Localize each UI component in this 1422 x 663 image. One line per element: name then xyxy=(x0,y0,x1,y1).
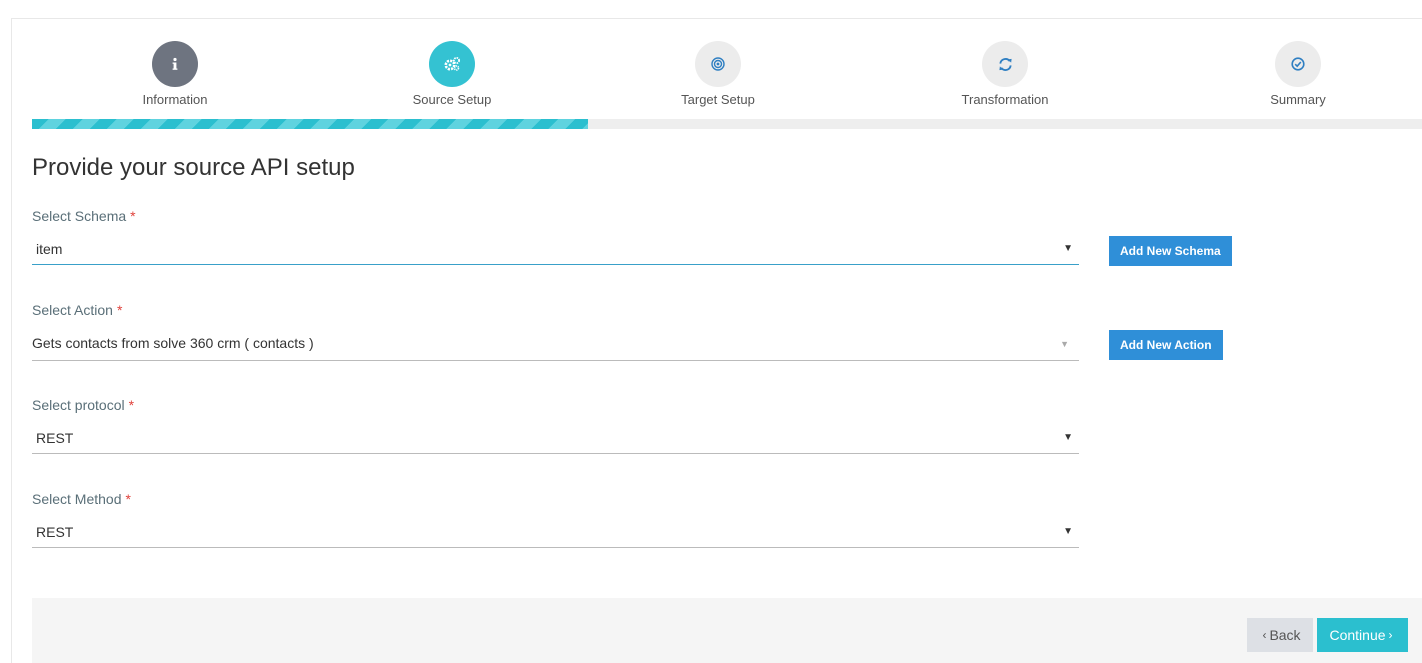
step-label: Information xyxy=(142,92,208,107)
action-select[interactable]: Gets contacts from solve 360 crm ( conta… xyxy=(32,329,1079,361)
info-icon xyxy=(172,57,178,70)
gears-icon xyxy=(444,57,460,71)
method-label: Select Method * xyxy=(32,491,131,507)
caret-down-icon: ▼ xyxy=(1060,339,1069,349)
step-label: Summary xyxy=(1270,92,1326,107)
step-summary[interactable]: Summary xyxy=(1218,41,1378,107)
method-select[interactable]: REST ▼ xyxy=(32,518,1079,548)
caret-down-icon: ▼ xyxy=(1063,432,1073,443)
chevron-right-icon: › xyxy=(1388,628,1393,642)
step-label: Target Setup xyxy=(681,92,755,107)
action-label: Select Action * xyxy=(32,302,122,318)
step-circle xyxy=(152,41,198,87)
check-circle-icon xyxy=(1291,57,1305,71)
back-label: Back xyxy=(1269,627,1301,643)
step-circle xyxy=(429,41,475,87)
progress-fill xyxy=(32,119,588,129)
continue-label: Continue xyxy=(1329,627,1386,643)
required-marker: * xyxy=(130,208,136,224)
page-title: Provide your source API setup xyxy=(32,154,355,181)
action-label-text: Select Action xyxy=(32,302,113,318)
step-label: Transformation xyxy=(961,92,1049,107)
progress-bar xyxy=(32,119,1422,129)
schema-label-text: Select Schema xyxy=(32,208,127,224)
step-circle xyxy=(982,41,1028,87)
schema-select[interactable]: item ▼ xyxy=(32,235,1079,265)
step-label: Source Setup xyxy=(412,92,492,107)
schema-value: item xyxy=(36,241,63,257)
step-circle xyxy=(695,41,741,87)
back-button[interactable]: ‹ Back xyxy=(1247,618,1313,652)
protocol-label: Select protocol * xyxy=(32,397,134,413)
step-source-setup[interactable]: Source Setup xyxy=(372,41,532,107)
step-transformation[interactable]: Transformation xyxy=(925,41,1085,107)
wizard-footer xyxy=(32,598,1422,663)
protocol-value: REST xyxy=(36,430,74,446)
add-new-schema-button[interactable]: Add New Schema xyxy=(1109,236,1232,266)
step-information[interactable]: Information xyxy=(95,41,255,107)
step-circle xyxy=(1275,41,1321,87)
caret-down-icon: ▼ xyxy=(1063,526,1073,537)
method-label-text: Select Method xyxy=(32,491,122,507)
required-marker: * xyxy=(125,491,131,507)
add-new-action-button[interactable]: Add New Action xyxy=(1109,330,1223,360)
required-marker: * xyxy=(116,302,123,318)
target-icon xyxy=(711,57,725,71)
continue-button[interactable]: Continue › xyxy=(1317,618,1408,652)
schema-label: Select Schema * xyxy=(32,208,136,224)
chevron-left-icon: ‹ xyxy=(1262,628,1267,642)
required-marker: * xyxy=(128,397,135,413)
protocol-select[interactable]: REST ▼ xyxy=(32,424,1079,454)
method-value: REST xyxy=(36,524,74,540)
step-target-setup[interactable]: Target Setup xyxy=(638,41,798,107)
action-value: Gets contacts from solve 360 crm ( conta… xyxy=(32,335,314,351)
protocol-label-text: Select protocol xyxy=(32,397,125,413)
refresh-icon xyxy=(998,57,1012,71)
caret-down-icon: ▼ xyxy=(1063,243,1073,254)
